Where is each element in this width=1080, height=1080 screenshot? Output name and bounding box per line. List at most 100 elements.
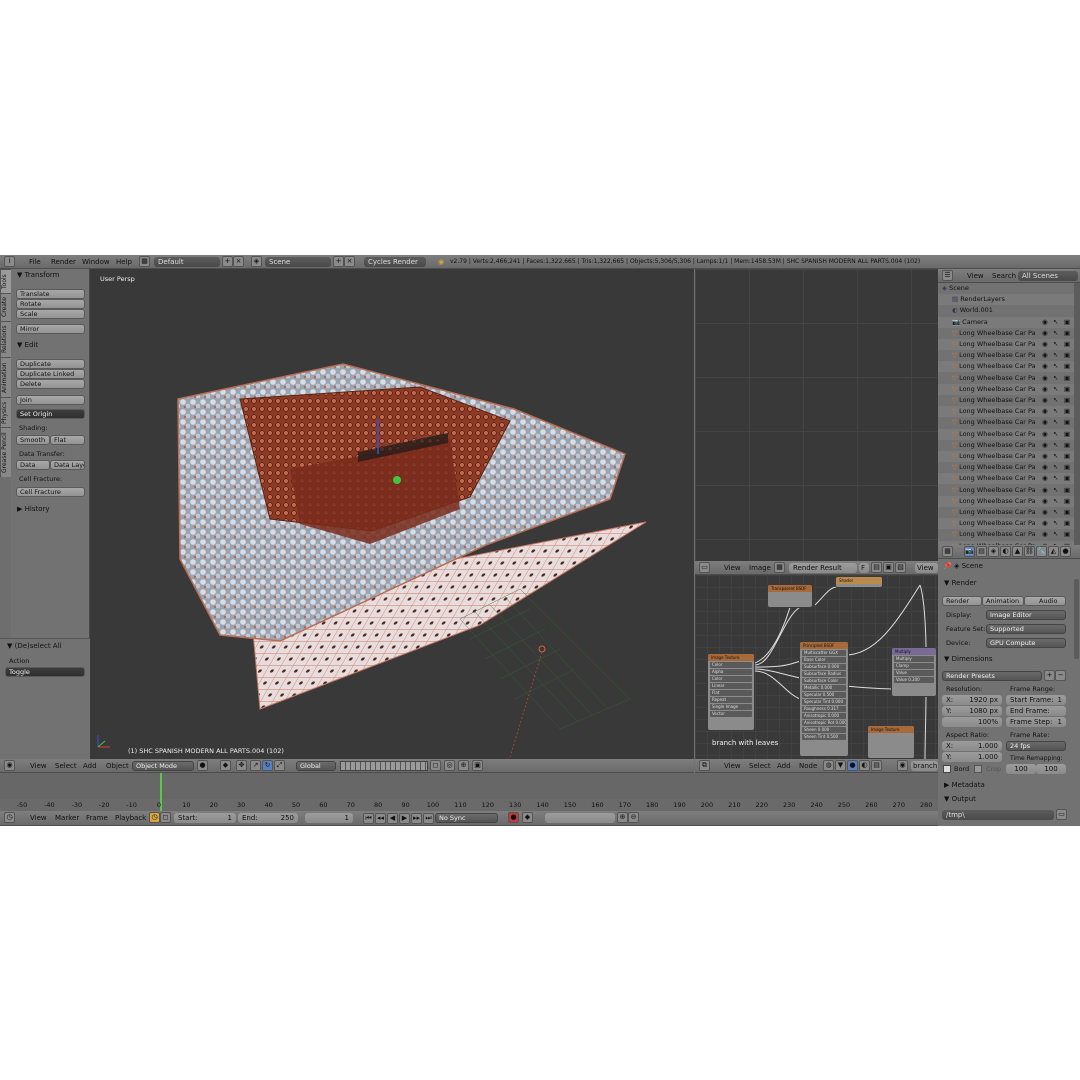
modifiers-context-icon[interactable]: 🔧 — [1036, 546, 1047, 557]
outliner-item[interactable]: ▽ Long Wheelbase Car Pa◉↖▣ — [938, 428, 1078, 440]
renderable-camera-icon[interactable]: ▣ — [1064, 429, 1070, 440]
preview-range-icon[interactable]: ◷ — [149, 812, 160, 823]
screen-layout-icon[interactable]: ▦ — [139, 256, 150, 267]
render-button[interactable]: Render — [942, 596, 982, 606]
tab-physics[interactable]: Physics — [0, 397, 11, 427]
view3d-editor-type-icon[interactable]: ◉ — [4, 760, 15, 771]
outliner-item[interactable]: ▽ Long Wheelbase Car Pa◉↖▣ — [938, 484, 1078, 496]
node-field[interactable]: Anisotropic Rot 0.000 — [802, 720, 846, 726]
image-menu-view[interactable]: View — [724, 564, 741, 572]
outliner-editor-type-icon[interactable]: ☰ — [942, 270, 953, 281]
visibility-eye-icon[interactable]: ◉ — [1042, 417, 1048, 428]
render-preview-icon[interactable]: ▣ — [472, 760, 483, 771]
render-presets-select[interactable]: Render Presets — [942, 671, 1042, 681]
current-frame-field[interactable]: 1 — [305, 813, 353, 823]
outliner-item[interactable]: ▽ Long Wheelbase Car Pa◉↖▣ — [938, 529, 1078, 541]
material-sphere-icon[interactable]: ● — [847, 760, 858, 771]
selectable-cursor-icon[interactable]: ↖ — [1053, 473, 1058, 484]
duplicate-linked-button[interactable]: Duplicate Linked — [16, 369, 85, 379]
line-style-icon[interactable]: ▤ — [871, 760, 882, 771]
node-field[interactable]: Flat — [710, 690, 752, 696]
selectable-cursor-icon[interactable]: ↖ — [1053, 440, 1058, 451]
outliner-item[interactable]: ▽ Long Wheelbase Car Pa◉↖▣ — [938, 518, 1078, 530]
record-icon[interactable]: ● — [508, 812, 519, 823]
play-reverse-icon[interactable]: ◀ — [387, 813, 398, 824]
feature-set-select[interactable]: Supported — [986, 624, 1066, 634]
rotate-manipulator-icon[interactable]: ↻ — [262, 760, 273, 771]
flat-button[interactable]: Flat — [50, 435, 85, 445]
visibility-eye-icon[interactable]: ◉ — [1042, 406, 1048, 417]
snap-icon[interactable]: ⊕ — [458, 760, 469, 771]
scene-icon[interactable]: ◈ — [251, 256, 262, 267]
node-field[interactable]: Sheen Tint 0.500 — [802, 734, 846, 740]
lock-range-icon[interactable]: ◻ — [160, 812, 171, 823]
history-panel-header[interactable]: ▶ History — [17, 505, 50, 513]
outliner-item[interactable]: ▽ Long Wheelbase Car Pa◉↖▣ — [938, 495, 1078, 507]
keying-set-icon[interactable]: ◆ — [522, 812, 533, 823]
visibility-eye-icon[interactable]: ◉ — [1042, 440, 1048, 451]
output-path-field[interactable]: /tmp\ — [942, 810, 1054, 820]
time-remap-new-field[interactable]: 100 — [1036, 764, 1066, 774]
node-menu-view[interactable]: View — [724, 762, 741, 770]
start-frame-field[interactable]: Start: 1 — [174, 813, 236, 823]
timeline-area[interactable]: -50 -40 -30 -20 -10 0 10 20 30 40 50 60 70 80 90 100 110… — [0, 773, 938, 811]
renderable-camera-icon[interactable]: ▣ — [1064, 440, 1070, 451]
device-select[interactable]: GPU Compute — [986, 638, 1066, 648]
selectable-cursor-icon[interactable]: ↖ — [1053, 350, 1058, 361]
view3d-menu-select[interactable]: Select — [55, 762, 77, 770]
shader-type-icon[interactable]: ◍ — [823, 760, 834, 771]
material-context-icon[interactable]: ● — [1060, 546, 1071, 557]
add-preset-icon[interactable]: + — [1044, 670, 1055, 681]
visibility-eye-icon[interactable]: ◉ — [1042, 507, 1048, 518]
insert-keyframe-icon[interactable]: ⊕ — [617, 812, 628, 823]
node-editor-canvas[interactable]: Transparent BSDF Shader Image Texture Co… — [695, 575, 938, 759]
node-mix-shader[interactable]: Shader — [835, 576, 883, 588]
delete-keyframe-icon[interactable]: ⊖ — [628, 812, 639, 823]
transform-orientation-select[interactable]: Global — [296, 761, 336, 771]
outliner-item[interactable]: ◐ World.001 — [938, 305, 1078, 317]
metadata-panel-header[interactable]: ▶ Metadata — [944, 781, 985, 789]
data-button[interactable]: Data — [16, 460, 50, 470]
animation-button[interactable]: Animation — [982, 596, 1024, 606]
render-context-icon[interactable]: 📷 — [964, 546, 975, 557]
outliner-item[interactable]: ▽ Long Wheelbase Car Pa◉↖▣ — [938, 406, 1078, 418]
visibility-eye-icon[interactable]: ◉ — [1042, 485, 1048, 496]
renderable-camera-icon[interactable]: ▣ — [1064, 473, 1070, 484]
visibility-eye-icon[interactable]: ◉ — [1042, 451, 1048, 462]
cell-fracture-button[interactable]: Cell Fracture — [16, 487, 85, 497]
aspect-y-field[interactable]: Y: 1.000 — [942, 752, 1002, 762]
renderable-camera-icon[interactable]: ▣ — [1064, 395, 1070, 406]
visibility-eye-icon[interactable]: ◉ — [1042, 384, 1048, 395]
remove-layout-icon[interactable]: × — [233, 256, 244, 267]
outliner-item[interactable]: ▽ Long Wheelbase Car Pa◉↖▣ — [938, 372, 1078, 384]
audio-button[interactable]: Audio — [1024, 596, 1066, 606]
outliner-scrollbar[interactable] — [1074, 283, 1080, 545]
renderable-camera-icon[interactable]: ▣ — [1064, 518, 1070, 529]
constraints-context-icon[interactable]: ⛓ — [1024, 546, 1035, 557]
scale-button[interactable]: Scale — [16, 309, 85, 319]
lock-layers-icon[interactable]: ◻ — [430, 760, 441, 771]
renderable-camera-icon[interactable]: ▣ — [1064, 406, 1070, 417]
selectable-cursor-icon[interactable]: ↖ — [1053, 406, 1058, 417]
resolution-y-field[interactable]: Y: 1080 px — [942, 706, 1002, 716]
dimensions-panel-header[interactable]: ▼ Dimensions — [944, 655, 992, 663]
node-principled-bsdf[interactable]: Principled BSDF Multiscatter GGX Base Col… — [799, 641, 849, 757]
timeline-menu-frame[interactable]: Frame — [86, 814, 108, 822]
renderable-camera-icon[interactable]: ▣ — [1064, 529, 1070, 540]
outliner-item[interactable]: ▽ Long Wheelbase Car Pa◉↖▣ — [938, 451, 1078, 462]
transform-panel-header[interactable]: ▼ Transform — [17, 271, 59, 279]
visibility-eye-icon[interactable]: ◉ — [1042, 317, 1048, 328]
node-image-texture[interactable]: Image Texture Color Alpha Color Linear Flat R… — [707, 653, 755, 731]
selectable-cursor-icon[interactable]: ↖ — [1053, 373, 1058, 384]
renderable-camera-icon[interactable]: ▣ — [1064, 507, 1070, 518]
outliner-item[interactable]: ◈ Scene — [938, 283, 1078, 294]
selectable-cursor-icon[interactable]: ↖ — [1053, 384, 1058, 395]
menu-file[interactable]: File — [29, 258, 41, 266]
selectable-cursor-icon[interactable]: ↖ — [1053, 339, 1058, 350]
start-frame-prop-field[interactable]: Start Frame: 1 — [1006, 695, 1066, 705]
outliner-item[interactable]: 📷 Camera ◉ ↖ ▣ — [938, 316, 1078, 328]
view3d-menu-object[interactable]: Object — [106, 762, 129, 770]
outliner-item[interactable]: ▽ Long Wheelbase Car Pa◉↖▣ — [938, 395, 1078, 406]
visibility-eye-icon[interactable]: ◉ — [1042, 350, 1048, 361]
menu-help[interactable]: Help — [116, 258, 132, 266]
